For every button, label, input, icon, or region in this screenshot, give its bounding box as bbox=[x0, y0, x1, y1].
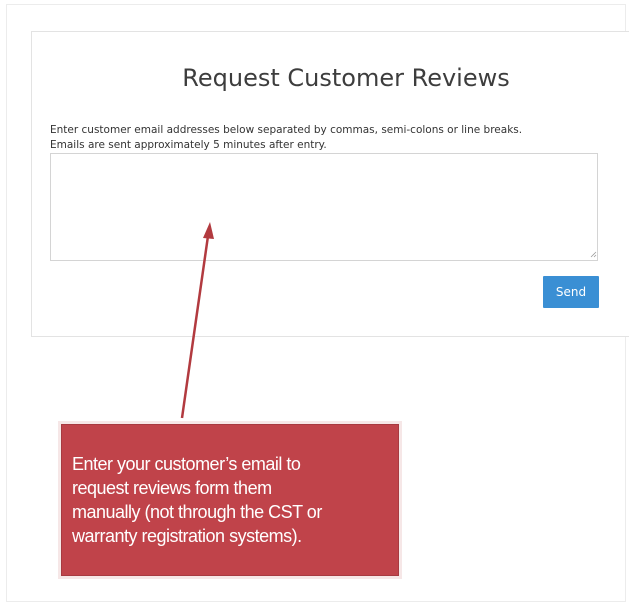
callout-line-2: request reviews form them bbox=[72, 478, 272, 498]
callout-text: Enter your customer’s email to request r… bbox=[72, 452, 392, 548]
page: Request Customer Reviews Enter customer … bbox=[0, 0, 629, 605]
callout-line-1: Enter your customer’s email to bbox=[72, 454, 301, 474]
email-textarea[interactable] bbox=[50, 153, 598, 261]
send-button[interactable]: Send bbox=[543, 276, 599, 308]
resize-grip-icon[interactable] bbox=[590, 251, 597, 258]
callout-line-3: manually (not through the CST or bbox=[72, 502, 322, 522]
instructions: Enter customer email addresses below sep… bbox=[50, 123, 522, 153]
instructions-line-1: Enter customer email addresses below sep… bbox=[50, 124, 523, 136]
panel-title: Request Customer Reviews bbox=[182, 64, 510, 92]
instructions-line-2: Emails are sent approximately 5 minutes … bbox=[50, 139, 327, 151]
callout-line-4: warranty registration systems). bbox=[72, 526, 302, 546]
request-reviews-panel: Request Customer Reviews Enter customer … bbox=[31, 31, 629, 337]
instruction-callout: Enter your customer’s email to request r… bbox=[61, 424, 399, 576]
